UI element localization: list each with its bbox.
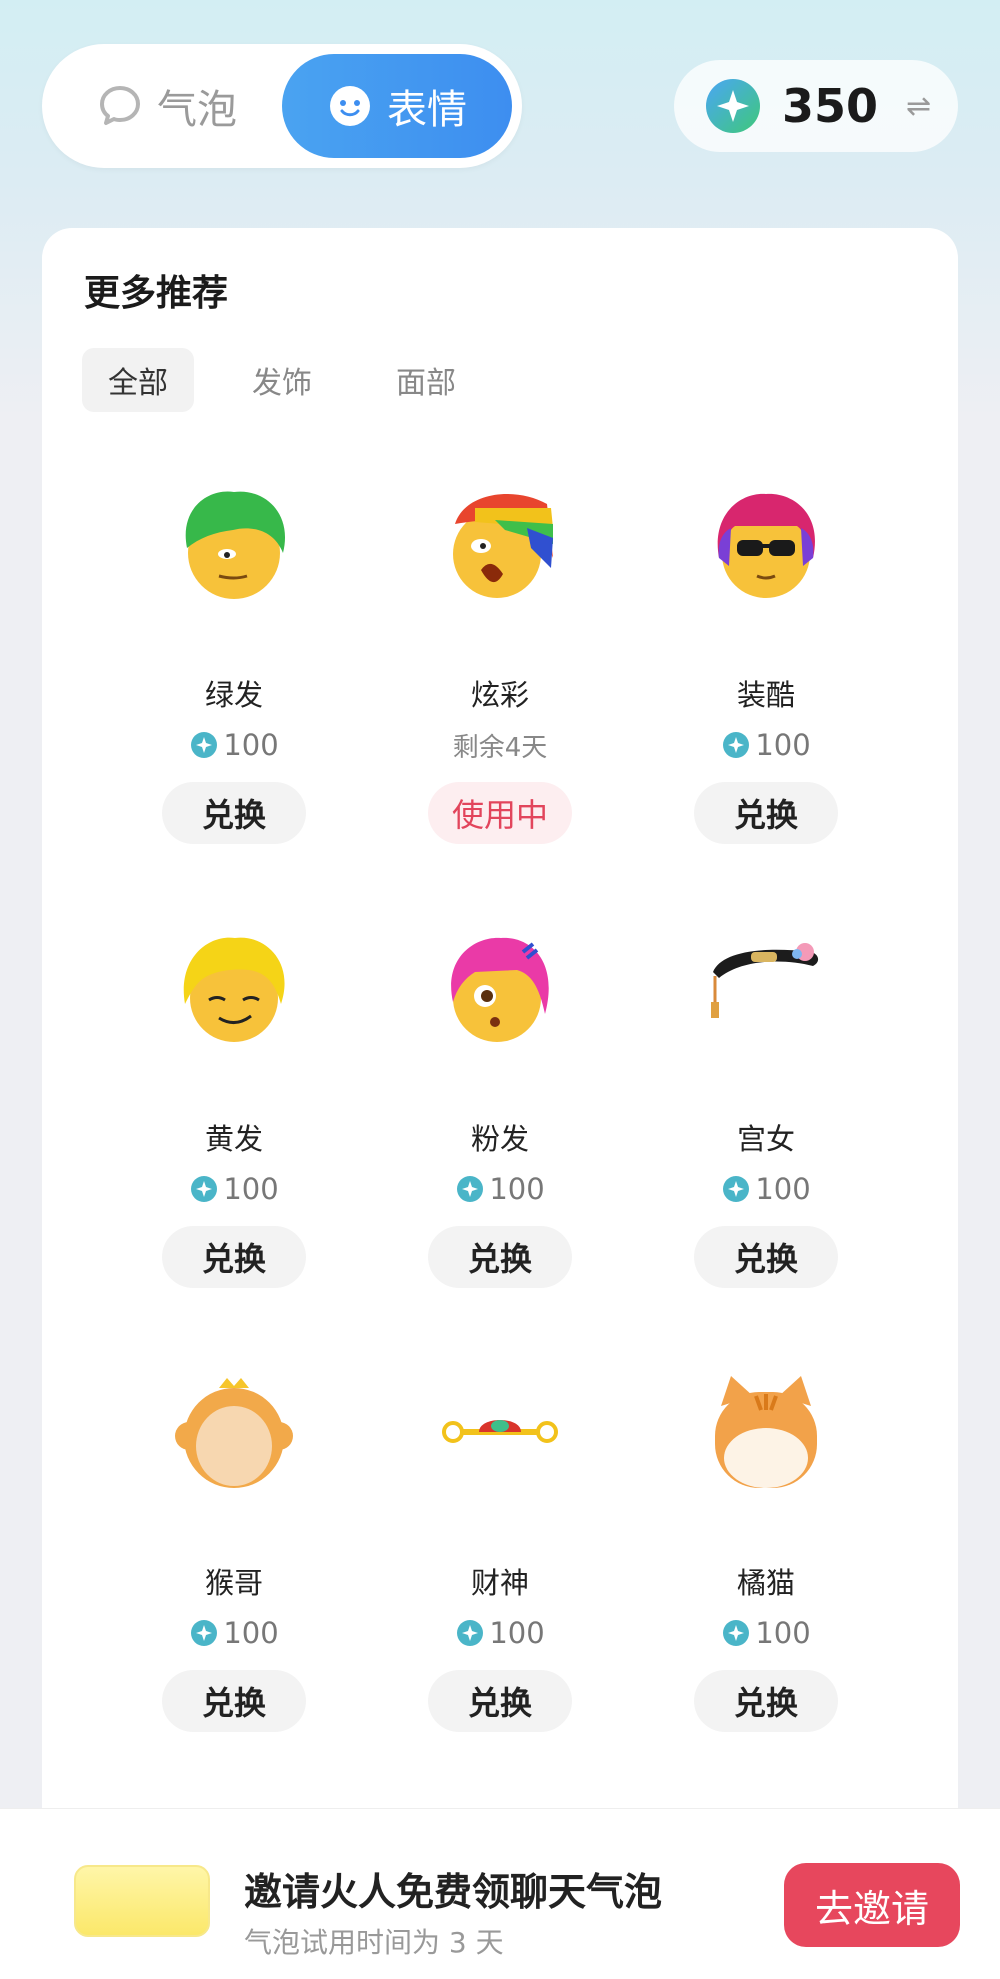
banner-title: 邀请火人免费领聊天气泡 — [244, 1870, 663, 1914]
item-price-value: 100 — [755, 728, 811, 762]
wealth-god-headpiece-icon — [442, 1420, 558, 1443]
orange-cat-avatar-icon — [715, 1376, 817, 1488]
item-price-value: 100 — [755, 1616, 811, 1650]
gem-icon — [723, 1620, 750, 1646]
filter-tabs: 全部 发饰 面部 — [82, 348, 514, 412]
invite-banner: 邀请火人免费领聊天气泡 气泡试用时间为 3 天 去邀请 — [0, 1808, 1000, 1979]
item-card[interactable]: 黄发 100 兑换 — [84, 922, 384, 1342]
monkey-avatar-icon — [175, 1378, 293, 1488]
smiley-icon — [327, 83, 373, 129]
exchange-icon[interactable]: ⇌ — [906, 89, 931, 124]
item-price-value: 100 — [489, 1172, 545, 1206]
item-card[interactable]: 财神 100 兑换 — [350, 1366, 650, 1786]
redeem-button[interactable]: 兑换 — [694, 782, 838, 844]
redeem-button[interactable]: 兑换 — [162, 782, 306, 844]
item-price: 100 — [455, 1172, 545, 1206]
item-remaining: 剩余4天 — [452, 732, 548, 763]
redeem-button[interactable]: 兑换 — [162, 1226, 306, 1288]
redeem-button[interactable]: 兑换 — [694, 1226, 838, 1288]
item-name: 猴哥 — [204, 1566, 263, 1600]
gem-icon — [723, 732, 750, 758]
gem-icon — [191, 1620, 218, 1646]
redeem-button[interactable]: 兑换 — [694, 1670, 838, 1732]
item-card[interactable]: 炫彩 剩余4天 使用中 — [350, 478, 650, 898]
gem-icon — [723, 1176, 750, 1202]
yellow-hair-avatar-icon — [183, 937, 285, 1042]
item-name: 宫女 — [736, 1122, 795, 1156]
pink-hair-avatar-icon — [451, 937, 549, 1042]
redeem-button[interactable]: 兑换 — [428, 1670, 572, 1732]
item-card[interactable]: 粉发 100 兑换 — [350, 922, 650, 1342]
item-card[interactable]: 宫女 100 兑换 — [616, 922, 916, 1342]
item-name: 绿发 — [204, 678, 263, 712]
gem-icon — [191, 732, 218, 758]
tab-bubble-label: 气泡 — [157, 87, 237, 133]
currency-balance[interactable]: 350 ⇌ — [674, 60, 958, 152]
redeem-button[interactable]: 兑换 — [428, 1226, 572, 1288]
item-price: 100 — [721, 1616, 811, 1650]
item-name: 炫彩 — [470, 678, 529, 712]
item-price-value: 100 — [755, 1172, 811, 1206]
item-card[interactable]: 绿发 100 兑换 — [84, 478, 384, 898]
tab-emoji[interactable]: 表情 — [282, 54, 512, 158]
item-card[interactable]: 橘猫 100 兑换 — [616, 1366, 916, 1786]
item-card[interactable]: 猴哥 100 兑换 — [84, 1366, 384, 1786]
item-price: 100 — [721, 1172, 811, 1206]
bubble-preview-icon — [74, 1865, 210, 1937]
item-price: 100 — [189, 728, 279, 762]
speech-bubble-icon — [97, 83, 143, 129]
item-price: 100 — [455, 1616, 545, 1650]
item-price: 100 — [189, 1172, 279, 1206]
item-card[interactable]: 装酷 100 兑换 — [616, 478, 916, 898]
in-use-button[interactable]: 使用中 — [428, 782, 572, 844]
gem-icon — [191, 1176, 218, 1202]
filter-face[interactable]: 面部 — [370, 348, 482, 412]
gem-icon — [457, 1620, 484, 1646]
balance-amount: 350 — [782, 79, 879, 133]
banner-subtitle: 气泡试用时间为 3 天 — [244, 1926, 504, 1959]
gem-icon — [704, 77, 762, 135]
item-price-value: 100 — [223, 1172, 279, 1206]
item-price: 100 — [189, 1616, 279, 1650]
palace-maid-headdress-icon — [711, 943, 819, 1018]
section-title: 更多推荐 — [84, 273, 229, 314]
invite-button[interactable]: 去邀请 — [784, 1863, 960, 1947]
gem-icon — [457, 1176, 484, 1202]
item-name: 橘猫 — [736, 1566, 795, 1600]
tab-emoji-label: 表情 — [387, 87, 467, 133]
item-name: 装酷 — [736, 678, 795, 712]
cool-sunglasses-avatar-icon — [717, 493, 815, 598]
tab-bubble[interactable]: 气泡 — [52, 54, 282, 158]
redeem-button[interactable]: 兑换 — [162, 1670, 306, 1732]
item-price-value: 100 — [223, 1616, 279, 1650]
mode-switcher: 气泡 表情 — [42, 44, 522, 168]
item-name: 粉发 — [470, 1122, 529, 1156]
item-price-value: 100 — [223, 728, 279, 762]
green-hair-avatar-icon — [185, 491, 286, 599]
item-price-value: 100 — [489, 1616, 545, 1650]
item-name: 黄发 — [204, 1122, 263, 1156]
recommend-card: 更多推荐 全部 发饰 面部 绿发 100 兑换 炫彩 剩余4天 使用中 装酷 1… — [42, 228, 958, 1848]
item-price: 100 — [721, 728, 811, 762]
item-name: 财神 — [470, 1566, 529, 1600]
filter-hair[interactable]: 发饰 — [226, 348, 338, 412]
rainbow-hair-avatar-icon — [453, 493, 553, 598]
filter-all[interactable]: 全部 — [82, 348, 194, 412]
